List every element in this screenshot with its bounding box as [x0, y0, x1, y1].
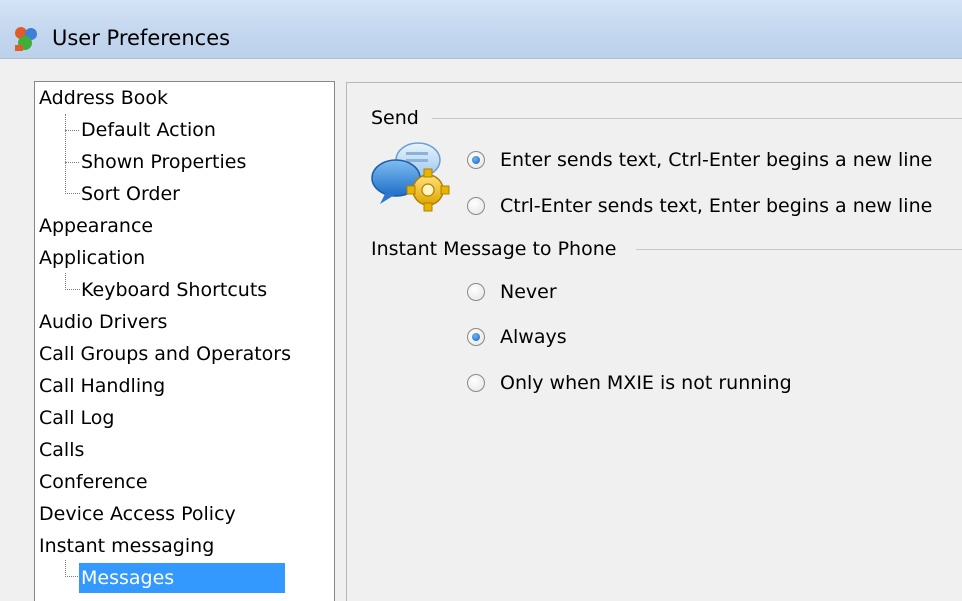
tree-item-label: Conference: [39, 471, 148, 493]
tree-item-messages[interactable]: Messages: [79, 563, 285, 593]
tree-item-instant-messaging[interactable]: Instant messaging: [37, 531, 216, 561]
tree-item-label: Appearance: [39, 215, 154, 237]
chat-settings-icon: [371, 142, 450, 212]
tree-item-audio-drivers[interactable]: Audio Drivers: [37, 307, 169, 337]
tree-item-label: Call Groups and Operators: [39, 343, 292, 365]
radio-never-label[interactable]: Never: [500, 280, 557, 304]
tree-item-keyboard-shortcuts[interactable]: Keyboard Shortcuts: [79, 275, 269, 305]
app-icon: [15, 27, 37, 51]
tree-connector: [65, 560, 80, 577]
tree-item-label: Device Access Policy: [39, 503, 236, 525]
tree-item-address-book[interactable]: Address Book: [37, 83, 170, 113]
tree-item-appearance[interactable]: Appearance: [37, 211, 155, 241]
phone-group-label: Instant Message to Phone: [371, 238, 617, 260]
tree-item-shown-properties[interactable]: Shown Properties: [79, 147, 248, 177]
radio-only-when-not-running-label[interactable]: Only when MXIE is not running: [500, 371, 792, 395]
tree-item-label: Sort Order: [81, 183, 180, 205]
tree-connector: [65, 273, 80, 290]
tree-item-label: Audio Drivers: [39, 311, 168, 333]
radio-always[interactable]: [467, 328, 485, 346]
tree-item-conference[interactable]: Conference: [37, 467, 150, 497]
tree-item-application[interactable]: Application: [37, 243, 147, 273]
tree-item-call-log[interactable]: Call Log: [37, 403, 116, 433]
tree-item-label: Calls: [39, 439, 85, 461]
tree-item-calls[interactable]: Calls: [37, 435, 86, 465]
category-tree[interactable]: Address Book Default Action Shown Proper…: [34, 81, 335, 601]
window-title: User Preferences: [52, 26, 231, 50]
tree-item-label: Keyboard Shortcuts: [81, 279, 268, 301]
group-divider: [636, 249, 962, 250]
radio-only-when-not-running[interactable]: [467, 374, 485, 392]
title-bar[interactable]: User Preferences: [0, 0, 962, 59]
tree-item-label: Call Log: [39, 407, 115, 429]
tree-item-device-access-policy[interactable]: Device Access Policy: [37, 499, 238, 529]
tree-item-label: Instant messaging: [39, 535, 215, 557]
tree-item-label: Shown Properties: [81, 151, 247, 173]
radio-always-label[interactable]: Always: [500, 325, 567, 349]
tree-item-default-action[interactable]: Default Action: [79, 115, 218, 145]
tree-item-call-groups[interactable]: Call Groups and Operators: [37, 339, 293, 369]
radio-ctrl-enter-sends-label[interactable]: Ctrl-Enter sends text, Enter begins a ne…: [500, 194, 932, 218]
send-group-label: Send: [371, 107, 419, 129]
radio-enter-sends-label[interactable]: Enter sends text, Ctrl-Enter begins a ne…: [500, 148, 932, 172]
radio-enter-sends[interactable]: [467, 151, 485, 169]
tree-item-label: Messages: [79, 563, 285, 593]
group-divider: [432, 118, 962, 119]
radio-ctrl-enter-sends[interactable]: [467, 197, 485, 215]
tree-item-label: Default Action: [81, 119, 216, 141]
tree-item-label: Application: [39, 247, 146, 269]
tree-item-call-handling[interactable]: Call Handling: [37, 371, 167, 401]
tree-item-label: Call Handling: [39, 375, 166, 397]
tree-item-sort-order[interactable]: Sort Order: [79, 179, 182, 209]
radio-never[interactable]: [467, 283, 485, 301]
tree-connector: [65, 114, 79, 163]
tree-item-label: Address Book: [39, 87, 168, 109]
